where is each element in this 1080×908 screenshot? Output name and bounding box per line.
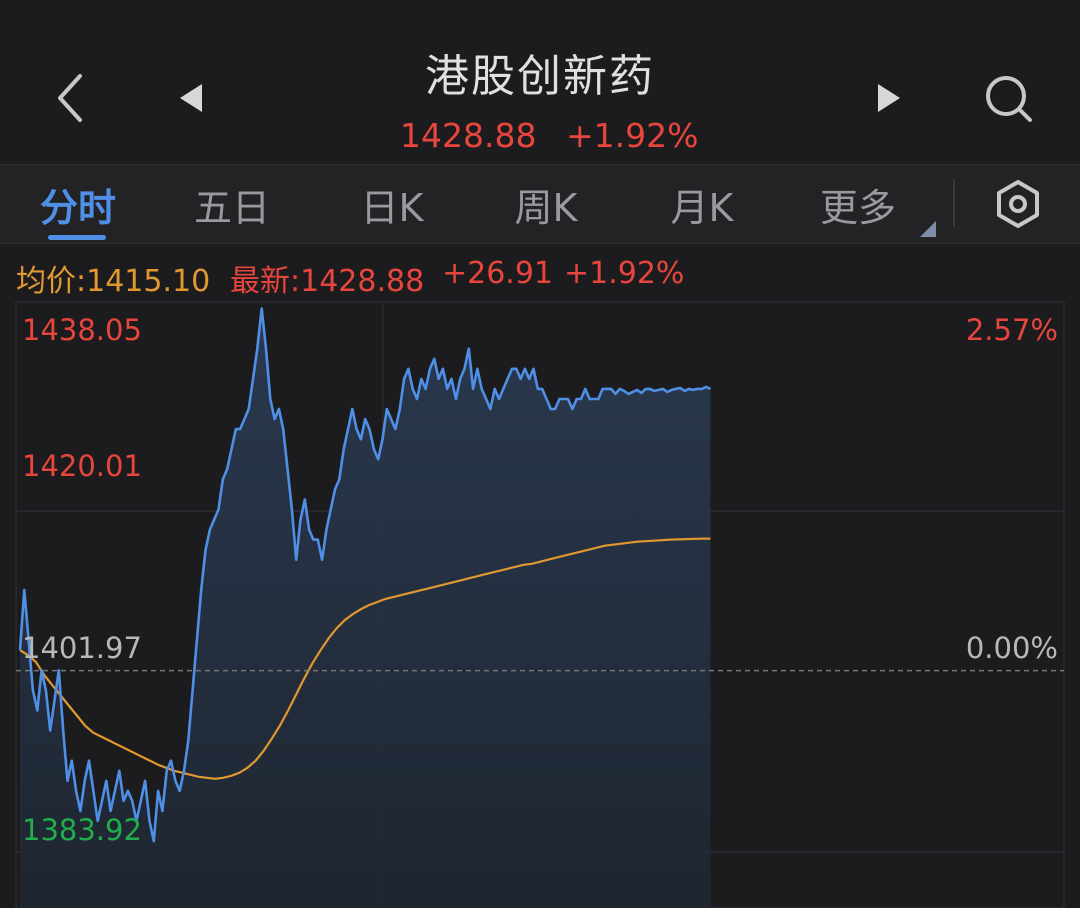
intraday-chart[interactable]: 1438.05 1420.01 1401.97 1383.92 2.57% 0.… (0, 300, 1080, 908)
y-label-prev-close: 1401.97 (22, 631, 142, 665)
average-price-label: 均价:1415.10 (16, 264, 211, 299)
page-title: 港股创新药 (425, 51, 655, 102)
next-triangle-icon[interactable] (876, 82, 902, 114)
y-label-upper-mid: 1420.01 (22, 449, 142, 483)
search-icon[interactable] (982, 72, 1036, 126)
tab-weekly-k[interactable]: 周K (496, 177, 596, 231)
tab-divider (953, 179, 955, 227)
y-label-low: 1383.92 (22, 813, 142, 847)
top-bar: 港股创新药 1428.88 +1.92% (0, 0, 1080, 164)
change-amount: +26.91 (442, 256, 554, 291)
y-label-high: 1438.05 (22, 313, 142, 347)
index-change-percent: +1.92% (566, 116, 699, 155)
active-tab-indicator (48, 235, 106, 240)
tab-five-day[interactable]: 五日 (182, 177, 282, 231)
tab-more[interactable]: 更多 (808, 177, 908, 231)
y-label-pct-high: 2.57% (966, 313, 1058, 347)
y-label-pct-zero: 0.00% (966, 631, 1058, 665)
latest-price-label: 最新:1428.88 (230, 264, 425, 299)
tab-daily-k[interactable]: 日K (342, 177, 442, 231)
gear-hexagon-icon[interactable] (994, 179, 1042, 229)
index-price: 1428.88 (400, 116, 537, 155)
more-corner-triangle-icon (920, 221, 936, 237)
tab-intraday[interactable]: 分时 (28, 177, 128, 231)
change-percent: +1.92% (564, 256, 685, 291)
period-tab-bar: 分时 五日 日K 周K 月K 更多 (0, 164, 1080, 244)
tab-monthly-k[interactable]: 月K (652, 177, 752, 231)
